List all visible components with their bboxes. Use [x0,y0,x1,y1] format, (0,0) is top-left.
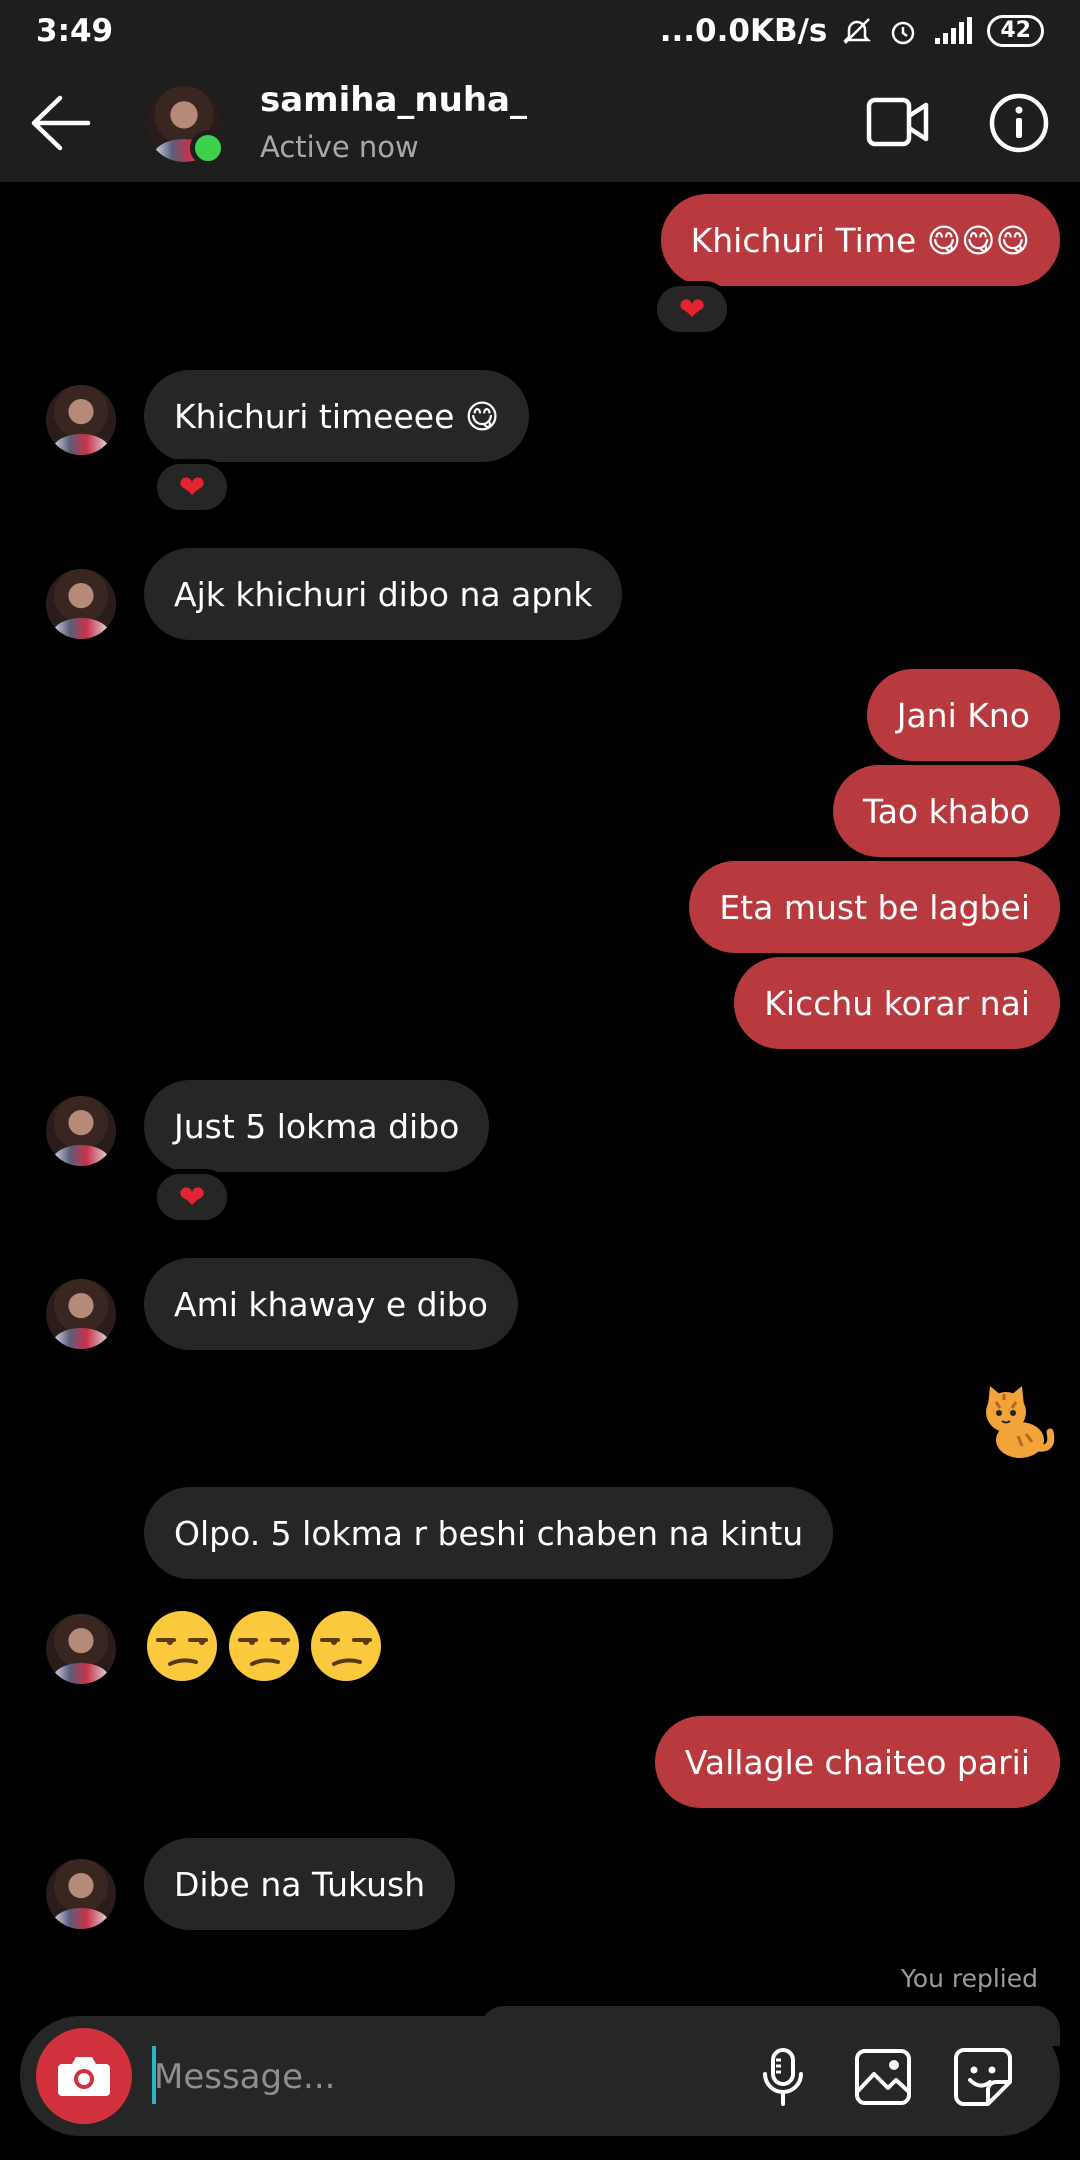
cat-emoji-icon [986,1386,1055,1458]
video-camera-icon [866,97,929,147]
camera-icon [58,2057,110,2096]
sticker-button[interactable] [952,2046,1014,2108]
heart-reaction[interactable]: ❤ [152,459,232,515]
status-bar: 3:49 ...0.0KB/s 42 [0,0,1080,62]
message-composer [20,2016,1060,2136]
contact-avatar[interactable] [46,569,116,639]
emoji-message[interactable] [144,1608,384,1684]
unamused-face-icon [229,1611,299,1681]
chat-username[interactable]: samiha_nuha_ [260,80,527,120]
sent-message[interactable]: Tao khabo [833,765,1060,857]
received-message[interactable]: Dibe na Tukush [144,1838,456,1930]
contact-avatar[interactable] [46,385,116,455]
battery-icon: 42 [987,15,1044,47]
sent-message[interactable]: Khichuri Time 😋😋😋 [660,194,1060,286]
you-replied-label: You replied [900,1964,1038,1993]
sent-message[interactable]: Vallagle chaiteo parii [654,1716,1060,1808]
received-message[interactable]: Olpo. 5 lokma r beshi chaben na kintu [144,1487,834,1579]
status-icons: ...0.0KB/s 42 [660,13,1044,49]
alarm-icon [887,15,919,47]
video-call-button[interactable] [866,96,930,148]
sent-message[interactable]: Jani Kno [866,669,1060,761]
gallery-button[interactable] [852,2046,914,2108]
microphone-button[interactable] [752,2046,814,2108]
back-button[interactable] [28,92,92,154]
contact-avatar[interactable] [46,1096,116,1166]
unamused-face-icon [311,1611,381,1681]
received-message[interactable]: Khichuri timeeee 😋 [144,370,530,462]
back-arrow-icon [31,95,91,151]
active-status: Active now [260,130,419,164]
received-message[interactable]: Ami khaway e dibo [144,1258,518,1350]
contact-avatar[interactable] [46,1279,116,1349]
unamused-face-icon [147,1611,217,1681]
received-message[interactable]: Just 5 lokma dibo [144,1080,490,1172]
info-button[interactable] [988,92,1050,154]
mute-icon [841,15,873,47]
message-input[interactable] [152,2044,726,2110]
contact-avatar[interactable] [46,1614,116,1684]
sent-message[interactable]: Kicchu korar nai [734,957,1060,1049]
contact-avatar[interactable] [46,1859,116,1929]
heart-reaction[interactable]: ❤ [152,1169,232,1225]
chat-header: samiha_nuha_ Active now [0,62,1080,182]
info-icon [989,93,1049,153]
camera-button[interactable] [36,2028,132,2124]
sent-message[interactable]: Eta must be lagbei [689,861,1060,953]
heart-reaction[interactable]: ❤ [652,281,732,337]
status-time: 3:49 [36,13,114,49]
header-avatar[interactable] [146,86,226,166]
online-indicator [190,130,226,166]
microphone-icon [763,2048,803,2106]
sticker-icon [954,2048,1012,2106]
received-message[interactable]: Ajk khichuri dibo na apnk [144,548,623,640]
cat-sticker[interactable] [974,1380,1056,1462]
signal-icon [933,16,973,46]
image-icon [855,2049,911,2105]
network-speed: ...0.0KB/s [659,13,828,49]
text-cursor [152,2046,156,2104]
